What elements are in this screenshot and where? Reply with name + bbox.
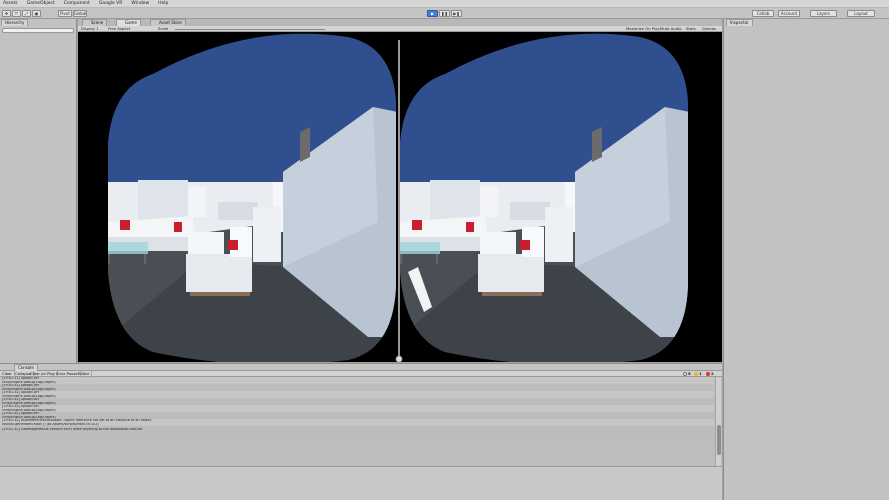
menu-component[interactable]: Component <box>64 1 90 6</box>
tab-game[interactable]: Game <box>116 19 141 26</box>
log-entry[interactable]: [19:01:32] upload API UnityEngine.Debug:L… <box>0 412 714 419</box>
console-tab-bar: Console <box>0 364 722 371</box>
menu-assets[interactable]: Assets <box>3 1 18 6</box>
rect-tool-icon[interactable]: ▣ <box>32 10 41 17</box>
error-icon <box>706 372 710 376</box>
inspector-tab[interactable]: Inspector <box>726 19 753 26</box>
layout-dropdown[interactable]: Layout <box>847 10 875 17</box>
info-icon <box>683 372 687 376</box>
scale-tool-icon[interactable]: ⤢ <box>22 10 31 17</box>
pivot-toggle[interactable]: Pivot <box>58 10 72 17</box>
center-tab-bar: Scene Game Asset Store <box>78 19 722 26</box>
play-icon[interactable]: ▶ <box>427 10 438 17</box>
console-scroll-thumb[interactable] <box>717 425 721 455</box>
console-scrollbar[interactable] <box>715 377 721 466</box>
log-entry[interactable]: [19:01:31] upload API UnityEngine.Debug:L… <box>0 384 714 391</box>
hierarchy-search-input[interactable] <box>2 28 74 33</box>
menu-gameobject[interactable]: GameObject <box>27 1 55 6</box>
console-tab[interactable]: Console <box>14 364 38 371</box>
layers-dropdown[interactable]: Layers <box>810 10 837 17</box>
menu-window[interactable]: Window <box>131 1 149 6</box>
vr-divider-line <box>398 40 400 356</box>
console-detail-pane <box>0 466 722 500</box>
rotate-tool-icon[interactable]: ⤧ <box>12 10 21 17</box>
vr-settings-icon <box>395 355 403 362</box>
move-tool-icon[interactable]: ✥ <box>2 10 11 17</box>
log-entry[interactable]: [19:01:32] GetImageResult: texture can't… <box>0 426 714 433</box>
main-toolbar: ✥ ⤧ ⤢ ▣ Pivot Global ▶ ❚❚ ▶❚ Collab Acco… <box>0 8 889 19</box>
log-entry[interactable]: [19:01:32] NullReferenceException: Objec… <box>0 419 714 426</box>
log-entry[interactable]: [19:01:32] upload API UnityEngine.Debug:L… <box>0 391 714 398</box>
warning-icon <box>694 372 698 376</box>
menu-help[interactable]: Help <box>158 1 168 6</box>
collab-button[interactable]: Collab <box>752 10 774 17</box>
log-entry[interactable]: [19:01:32] upload API UnityEngine.Debug:L… <box>0 405 714 412</box>
log-entry[interactable]: [19:01:31] upload API UnityEngine.Debug:L… <box>0 377 714 384</box>
scale-slider[interactable] <box>175 29 325 30</box>
console-log-list[interactable]: [19:01:31] upload API UnityEngine.Debug:L… <box>0 377 714 466</box>
tab-asset-store[interactable]: Asset Store <box>150 19 186 26</box>
console-panel: Console Clear Collapse Clear on Play Err… <box>0 363 722 500</box>
hierarchy-panel: Hierarchy <box>0 19 77 363</box>
account-dropdown[interactable]: Account <box>778 10 800 17</box>
hierarchy-tab[interactable]: Hierarchy <box>1 19 29 26</box>
game-view-viewport[interactable] <box>78 32 722 362</box>
menu-googlevr[interactable]: Google VR <box>99 1 123 6</box>
log-entry[interactable]: [19:01:32] upload API UnityEngine.Debug:L… <box>0 398 714 405</box>
tab-scene[interactable]: Scene <box>82 19 108 26</box>
inspector-panel: Inspector <box>723 19 889 500</box>
step-icon[interactable]: ▶❚ <box>451 10 462 17</box>
pause-icon[interactable]: ❚❚ <box>439 10 450 17</box>
global-toggle[interactable]: Global <box>73 10 87 17</box>
menu-bar: Assets GameObject Component Google VR Wi… <box>0 0 889 8</box>
vr-stereo-render <box>108 33 688 362</box>
